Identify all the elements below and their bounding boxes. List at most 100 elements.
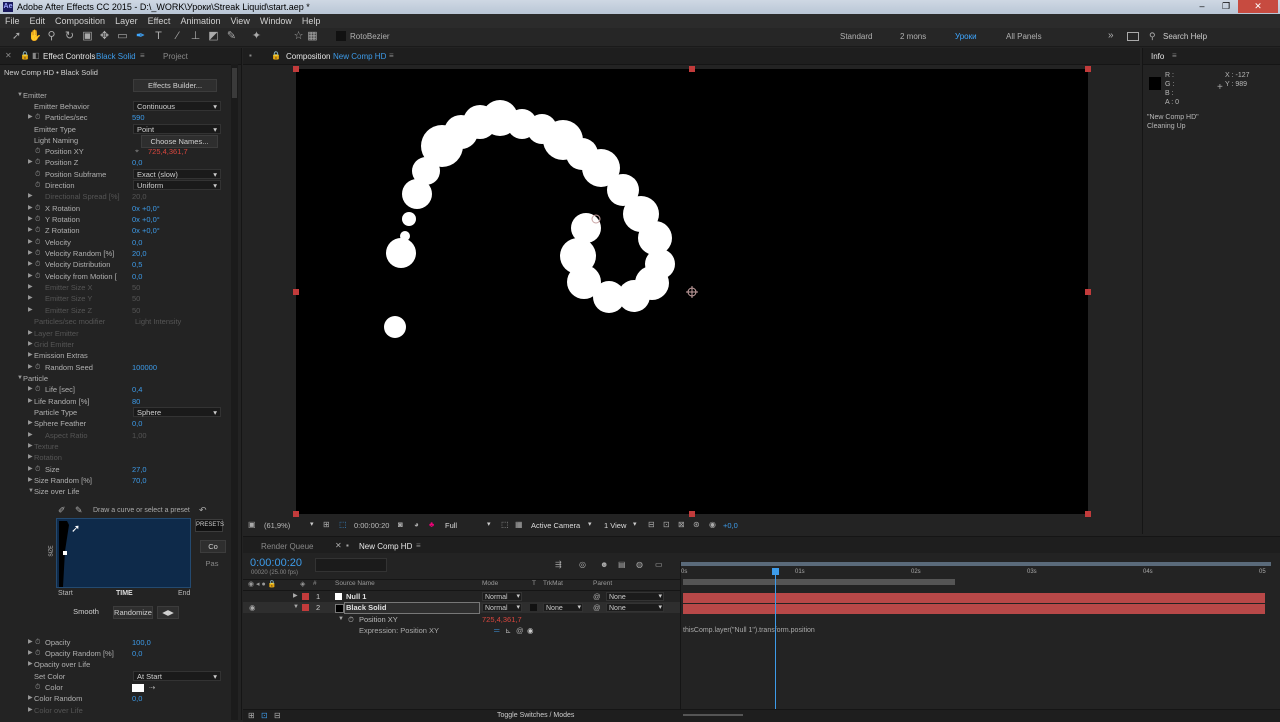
trkmat-dropdown[interactable]: None — [543, 603, 583, 612]
puppet-pin-tool-icon[interactable]: ✦ — [250, 30, 263, 43]
star-icon[interactable]: ☆ — [292, 30, 305, 43]
layer-label-color[interactable] — [302, 604, 309, 611]
always-preview-icon[interactable]: ▣ — [248, 520, 256, 529]
undo-icon[interactable]: ↶ — [199, 505, 207, 516]
menu-edit[interactable]: Edit — [25, 14, 51, 28]
layer-visibility-icon[interactable]: ◉ — [249, 602, 256, 613]
property-value[interactable]: 725,4,361,7 — [482, 614, 522, 625]
search-icon[interactable]: ⚲ — [1149, 31, 1156, 42]
pencil-icon[interactable]: ✎ — [75, 505, 83, 516]
layer-name[interactable]: Null 1 — [346, 591, 366, 602]
menu-view[interactable]: View — [225, 14, 254, 28]
close-panel-icon[interactable]: ✕ — [5, 51, 12, 60]
comp-timeline-tab[interactable]: New Comp HD — [359, 542, 412, 551]
channel-icon[interactable]: ♣ — [429, 520, 434, 529]
current-time-indicator-head[interactable] — [772, 568, 779, 575]
view-layout-chevron-icon[interactable]: ▾ — [633, 520, 637, 528]
rotation-group[interactable]: ▶ Rotation — [0, 452, 225, 463]
flip-curve-button[interactable]: ◀▶ — [157, 606, 179, 619]
magnification-dropdown[interactable]: (61,9%) — [264, 521, 290, 530]
in-out-icon[interactable]: ⊟ — [274, 711, 281, 720]
expand-arrow-icon[interactable]: ▼ — [293, 602, 299, 613]
lock-icon[interactable]: 🔒 — [271, 51, 281, 60]
lock-icon[interactable]: 🔒 — [20, 51, 30, 60]
menu-window[interactable]: Window — [255, 14, 297, 28]
toggle-pixel-aspect-icon[interactable]: ⊟ — [648, 520, 655, 529]
layer-handle-bottom-right[interactable] — [1085, 511, 1091, 517]
snapping-icon[interactable]: ▦ — [306, 30, 319, 43]
panel-menu-icon[interactable]: ≡ — [1172, 51, 1177, 60]
close-panel-icon[interactable]: ▪ — [249, 51, 252, 60]
timeline-current-time[interactable]: 0:00:00:20 — [250, 557, 302, 569]
current-time-display[interactable]: 0:00:00:20 — [354, 521, 389, 530]
graph-editor-icon[interactable]: ▭ — [655, 560, 663, 569]
rotate-tool-icon[interactable]: ↻ — [63, 30, 76, 43]
rectangle-tool-icon[interactable]: ▭ — [116, 30, 129, 43]
emitter-type-dropdown[interactable]: Point — [133, 124, 221, 135]
expression-enable-icon[interactable]: ＝ — [493, 625, 501, 636]
clone-stamp-tool-icon[interactable]: ⊥ — [189, 30, 202, 43]
particle-group[interactable]: ▼ Particle — [0, 373, 225, 384]
smooth-button[interactable]: Smooth — [70, 606, 102, 617]
layer-handle-top-center[interactable] — [689, 66, 695, 72]
layer-emitter-group[interactable]: ▶ Layer Emitter — [0, 328, 225, 339]
layer-handle-top-right[interactable] — [1085, 66, 1091, 72]
zoom-tool-icon[interactable]: ⚲ — [45, 30, 58, 43]
comp-mini-flowchart-icon[interactable]: ⇶ — [555, 560, 562, 569]
layer-label-color[interactable] — [302, 593, 309, 600]
show-snapshot-icon[interactable]: ◕ — [414, 520, 419, 529]
region-of-interest-icon[interactable]: ⬚ — [501, 520, 509, 529]
work-area-bar[interactable] — [683, 579, 955, 585]
panel-menu-icon[interactable]: ≡ — [389, 51, 394, 60]
time-navigator[interactable] — [681, 562, 1271, 566]
expression-language-menu-icon[interactable]: ◉ — [527, 625, 534, 636]
scrollbar-thumb[interactable] — [232, 68, 237, 98]
hand-tool-icon[interactable]: ✋ — [28, 30, 42, 43]
color-over-life-group[interactable]: ▶ Color over Life — [0, 705, 225, 716]
menu-file[interactable]: File — [0, 14, 25, 28]
emitter-behavior-dropdown[interactable]: Continuous — [133, 101, 221, 112]
workspace-standard[interactable]: Standard — [840, 32, 872, 41]
effect-controls-scrollbar[interactable] — [231, 64, 238, 720]
frame-blending-icon[interactable]: ▤ — [618, 560, 626, 569]
fast-previews-icon[interactable]: ⊡ — [663, 520, 670, 529]
menu-composition[interactable]: Composition — [50, 14, 110, 28]
close-tab-icon[interactable]: ✕ — [335, 541, 342, 550]
preserve-transparency-checkbox[interactable] — [530, 604, 537, 611]
shy-icon[interactable]: ☻ — [600, 560, 608, 569]
rotobezier-checkbox[interactable] — [336, 31, 346, 41]
reset-exposure-icon[interactable]: ◉ — [709, 520, 716, 529]
layer-handle-middle-left[interactable] — [293, 289, 299, 295]
layer-search-input[interactable] — [315, 558, 387, 572]
menu-help[interactable]: Help — [297, 14, 326, 28]
grid-icon[interactable]: ⊞ — [323, 520, 330, 529]
timeline-icon[interactable]: ⊠ — [678, 520, 685, 529]
toggle-switches-modes[interactable]: Toggle Switches / Modes — [497, 712, 574, 719]
emitter-group[interactable]: ▼ Emitter — [0, 90, 225, 101]
workspace-2-mons[interactable]: 2 mons — [900, 32, 926, 41]
time-navigator-range[interactable] — [681, 562, 1271, 566]
view-layout-dropdown[interactable]: 1 View — [604, 521, 626, 530]
parent-dropdown[interactable]: None — [606, 603, 664, 612]
expression-pickwhip-icon[interactable]: @ — [516, 625, 524, 636]
menu-animation[interactable]: Animation — [175, 14, 225, 28]
flowchart-icon[interactable]: ⊛ — [693, 520, 700, 529]
search-help-input[interactable]: Search Help — [1163, 32, 1207, 41]
layer-handle-top-left[interactable] — [293, 66, 299, 72]
draft-3d-icon[interactable]: ◎ — [579, 560, 586, 569]
workspace-overflow-icon[interactable]: » — [1108, 30, 1114, 41]
parent-dropdown[interactable]: None — [606, 592, 664, 601]
layer-handle-middle-right[interactable] — [1085, 289, 1091, 295]
set-color-dropdown[interactable]: At Start — [133, 671, 221, 682]
type-tool-icon[interactable]: T — [152, 30, 165, 43]
selection-tool-icon[interactable]: ➚ — [10, 30, 23, 43]
size-over-life-group[interactable]: ▼ Size over Life — [0, 486, 225, 497]
position-xy-value[interactable]: 725,4,361,7 — [148, 146, 188, 157]
parent-pickwhip-icon[interactable]: @ — [593, 591, 601, 602]
expression-graph-icon[interactable]: ⊾ — [505, 625, 511, 636]
layer-handle-bottom-left[interactable] — [293, 511, 299, 517]
composition-tab[interactable]: Composition — [286, 52, 330, 61]
particle-type-dropdown[interactable]: Sphere — [133, 407, 221, 418]
direction-dropdown[interactable]: Uniform — [133, 180, 221, 191]
resolution-chevron-icon[interactable]: ▾ — [487, 520, 491, 528]
